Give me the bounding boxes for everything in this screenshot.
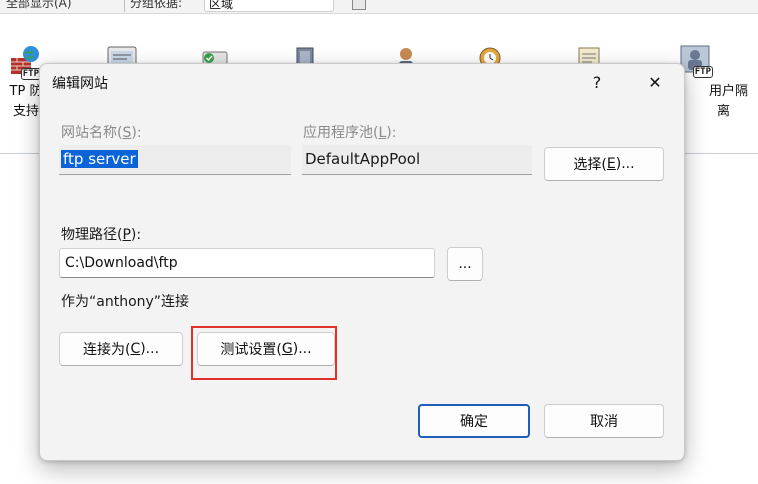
select-app-pool-button[interactable]: 选择(E)...: [544, 147, 664, 181]
app-pool-field: DefaultAppPool: [302, 145, 532, 175]
browse-button[interactable]: ...: [447, 247, 483, 281]
cancel-button[interactable]: 取消: [544, 404, 664, 438]
edit-site-dialog: 编辑网站 ? ✕ 网站名称(S): ftp server 应用程序池(L): D…: [39, 63, 685, 461]
site-name-field[interactable]: ftp server: [59, 145, 291, 175]
toolbar-divider: [124, 0, 125, 12]
dialog-title: 编辑网站: [52, 76, 108, 92]
connect-as-button[interactable]: 连接为(C)...: [59, 332, 183, 366]
physical-path-label: 物理路径(P):: [61, 227, 142, 243]
connect-as-status: 作为“anthony”连接: [61, 294, 190, 310]
help-button[interactable]: ?: [574, 66, 620, 98]
ok-button[interactable]: 确定: [418, 404, 530, 438]
site-name-value: ftp server: [61, 150, 138, 168]
app-pool-label: 应用程序池(L):: [303, 125, 397, 141]
test-settings-button[interactable]: 测试设置(G)...: [197, 332, 335, 366]
ftp-firewall-icon: FTP: [9, 44, 43, 80]
view-toggle-icon[interactable]: [352, 0, 366, 10]
show-all-toolbar-item[interactable]: 全部显示(A): [6, 0, 72, 12]
physical-path-input[interactable]: C:\Download\ftp: [59, 248, 435, 278]
close-button[interactable]: ✕: [632, 66, 678, 98]
close-icon: ✕: [648, 72, 662, 92]
dialog-titlebar[interactable]: 编辑网站 ? ✕: [40, 64, 684, 102]
group-by-select[interactable]: 区域: [204, 0, 334, 12]
background-toolbar: 全部显示(A) 分组依据: 区域: [0, 0, 758, 14]
group-by-label: 分组依据:: [130, 0, 183, 10]
site-name-label: 网站名称(S):: [61, 125, 142, 141]
